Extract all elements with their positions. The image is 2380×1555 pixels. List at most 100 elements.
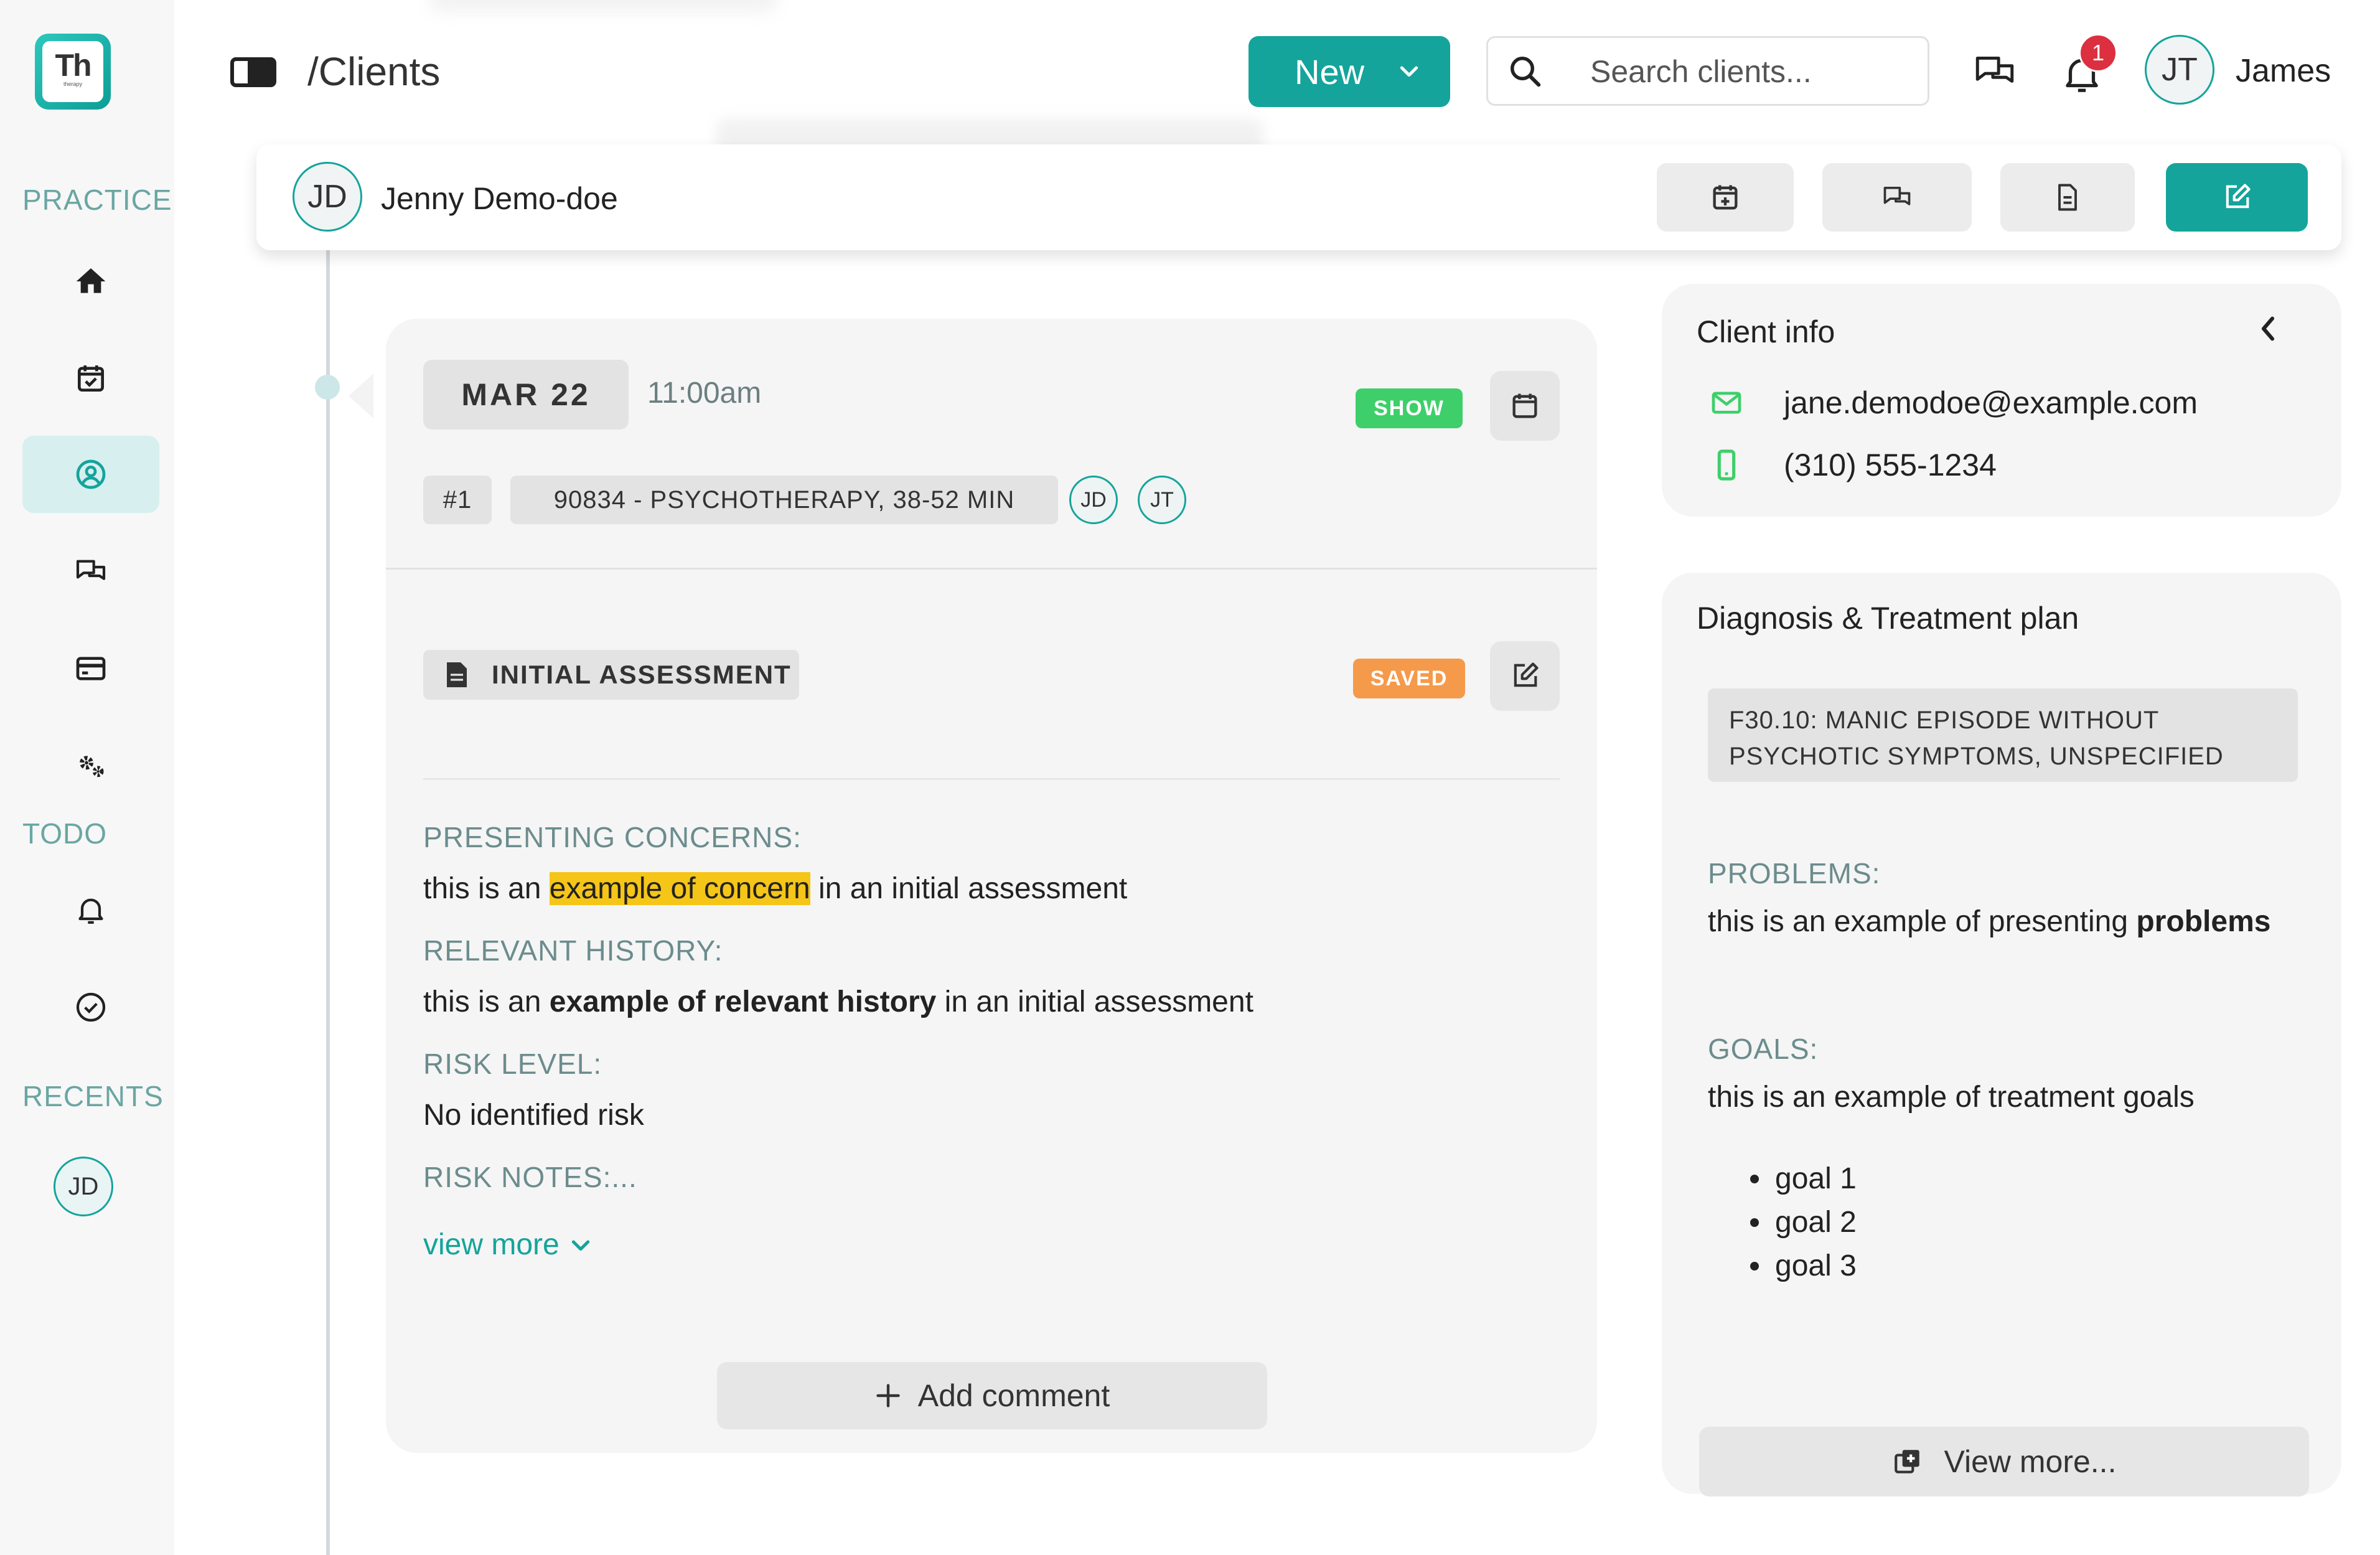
chat-icon (1975, 56, 2014, 83)
logo-subtext: therapy (63, 81, 83, 87)
user-avatar[interactable]: JT (2145, 35, 2214, 105)
user-name[interactable]: James (2236, 52, 2331, 90)
edit-note-button[interactable] (1490, 641, 1560, 711)
view-more-link[interactable]: view more (423, 1228, 593, 1262)
mobile-phone-icon (1717, 449, 1736, 481)
chat-icon (1883, 186, 1911, 205)
sidebar-item-home[interactable] (22, 243, 159, 320)
appointment-time: 11:00am (647, 377, 762, 410)
text-segment: in an initial assessment (936, 985, 1253, 1018)
sidebar-item-messages[interactable] (22, 533, 159, 610)
sidebar-item-settings[interactable] (22, 727, 159, 804)
edit-icon (1514, 662, 1539, 687)
highlighted-text: example of concern (549, 872, 810, 905)
diagnosis-treatment-card: Diagnosis & Treatment plan F30.10: MANIC… (1662, 573, 2341, 1496)
document-icon (2058, 184, 2077, 211)
client-email: jane.demodoe@example.com (1784, 385, 2198, 420)
client-phone-row[interactable]: (310) 555-1234 (1709, 447, 1997, 483)
search-icon (1511, 57, 1541, 87)
sidebar-item-calendar[interactable] (22, 340, 159, 417)
chat-icon (76, 560, 106, 580)
appointment-date: MAR 22 (423, 360, 629, 430)
credit-card-icon (76, 657, 106, 680)
appointment-calendar-button[interactable] (1490, 371, 1560, 441)
sidebar-item-reminders[interactable] (22, 871, 159, 949)
presenting-concerns-label: PRESENTING CONCERNS: (423, 821, 802, 853)
bell-icon (78, 898, 103, 924)
goal-text: goal 3 (1775, 1249, 1857, 1282)
new-button[interactable]: New (1249, 36, 1450, 107)
goal-text: goal 2 (1775, 1206, 1857, 1239)
goal-list-item: goal 2 (1750, 1205, 1857, 1239)
search-input[interactable] (1590, 53, 1914, 90)
edit-icon (2226, 184, 2251, 209)
search-box[interactable] (1486, 36, 1929, 106)
goals-value: this is an example of treatment goals (1708, 1081, 2195, 1114)
view-more-button[interactable]: View more... (1699, 1427, 2309, 1496)
client-email-row[interactable]: jane.demodoe@example.com (1709, 385, 2198, 421)
client-name[interactable]: Jenny Demo-doe (381, 181, 618, 217)
gears-icon (80, 756, 104, 778)
note-type-chip: INITIAL ASSESSMENT (423, 650, 799, 700)
text-segment: in an initial assessment (810, 872, 1128, 905)
divider (386, 568, 1597, 570)
client-info-title: Client info (1697, 314, 1835, 349)
bold-text: problems (2136, 905, 2271, 938)
text-segment: this is an (423, 872, 550, 905)
sidebar-item-clients[interactable] (22, 436, 159, 513)
check-circle-icon (76, 992, 106, 1022)
sidebar-item-billing[interactable] (22, 630, 159, 707)
text-segment: this is an (423, 985, 550, 1018)
diagnosis-code-line: F30.10: MANIC EPISODE WITHOUT (1729, 707, 2160, 734)
client-header: JD Jenny Demo-doe (256, 144, 2341, 250)
envelope-icon (1712, 392, 1741, 414)
sidebar: Th therapy PRACTICE TODO RECENTS JD (0, 0, 174, 1555)
bold-text: example of relevant history (549, 985, 937, 1018)
logo-text: Th (55, 48, 91, 83)
sidebar-item-tasks[interactable] (22, 969, 159, 1046)
appointment-note-card: MAR 22 11:00am SHOW #1 90834 - PSYCHOTHE… (386, 319, 1597, 1453)
participant-avatar[interactable]: JD (1069, 476, 1118, 524)
risk-level-value: No identified risk (423, 1099, 644, 1132)
chevron-left-icon[interactable] (2254, 311, 2282, 346)
sidebar-toggle-icon[interactable] (230, 57, 276, 87)
note-status-tag: SAVED (1353, 659, 1465, 698)
sidebar-section-practice: PRACTICE (22, 184, 172, 216)
new-note-button[interactable] (2166, 163, 2308, 232)
risk-notes-label: RISK NOTES:... (423, 1161, 637, 1193)
documents-button[interactable] (2000, 163, 2135, 232)
add-comment-label: Add comment (917, 1378, 1110, 1413)
note-type-label: INITIAL ASSESSMENT (492, 660, 792, 689)
view-more-label: view more (423, 1228, 560, 1261)
plus-icon (876, 1384, 900, 1407)
add-comment-button[interactable]: Add comment (717, 1362, 1267, 1429)
client-phone: (310) 555-1234 (1784, 448, 1997, 482)
appointment-number: #1 (423, 476, 492, 524)
view-more-button-label: View more... (1944, 1444, 2117, 1479)
message-client-button[interactable] (1822, 163, 1972, 232)
sidebar-section-recents: RECENTS (22, 1080, 164, 1112)
messages-button[interactable] (1967, 44, 2023, 100)
recent-client-avatar[interactable]: JD (54, 1157, 113, 1216)
calendar-icon (1512, 393, 1537, 418)
breadcrumb: /Clients (307, 49, 441, 94)
sidebar-section-todo: TODO (22, 817, 108, 850)
timeline-dot (315, 375, 340, 400)
document-icon (447, 662, 467, 687)
user-circle-icon (76, 459, 106, 489)
client-avatar[interactable]: JD (293, 162, 362, 232)
participant-avatar[interactable]: JT (1138, 476, 1186, 524)
home-icon (76, 268, 106, 293)
goal-list-item: goal 1 (1750, 1162, 1857, 1196)
text-segment: this is an example of presenting (1708, 905, 2137, 938)
schedule-appointment-button[interactable] (1657, 163, 1794, 232)
diagnosis-code: F30.10: MANIC EPISODE WITHOUT PSYCHOTIC … (1708, 688, 2298, 782)
goal-list-item: goal 3 (1750, 1249, 1857, 1283)
client-info-card: Client info jane.demodoe@example.com (31… (1662, 284, 2341, 517)
divider (423, 778, 1560, 780)
diagnosis-code-line: PSYCHOTIC SYMPTOMS, UNSPECIFIED (1729, 743, 2224, 770)
risk-level-label: RISK LEVEL: (423, 1048, 602, 1080)
app-logo[interactable]: Th therapy (35, 34, 111, 110)
timeline-pointer (349, 373, 373, 418)
calendar-check-icon (78, 365, 104, 392)
